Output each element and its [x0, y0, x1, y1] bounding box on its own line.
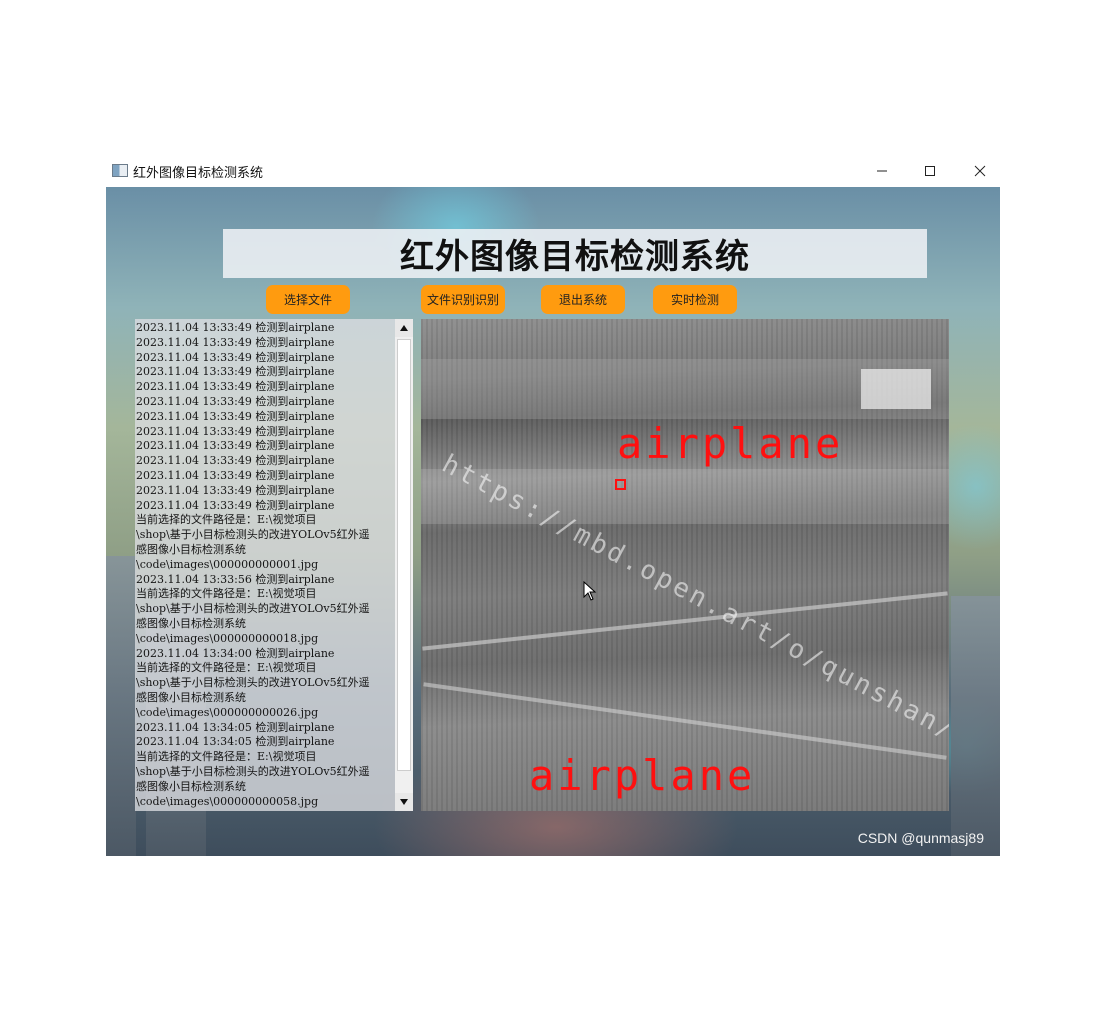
log-line: 2023.11.04 13:33:49 检测到airplane	[136, 350, 335, 364]
log-line: 感图像小目标检测系统	[136, 690, 246, 704]
app-window: 红外图像目标检测系统 红外图像目标检测系统 选择文件 文件识别识别 退出系统 实…	[106, 155, 1000, 856]
log-line: 2023.11.04 13:33:49 检测到airplane	[136, 424, 335, 438]
close-icon	[974, 165, 986, 177]
credit-text: CSDN @qunmasj89	[857, 830, 984, 846]
building-patch	[861, 369, 931, 409]
log-panel[interactable]: 2023.11.04 13:33:49 检测到airplane 2023.11.0…	[135, 319, 413, 811]
mouse-cursor-icon	[583, 581, 597, 601]
log-line: 2023.11.04 13:33:49 检测到airplane	[136, 498, 335, 512]
log-line: 感图像小目标检测系统	[136, 542, 246, 556]
arrow-up-icon	[400, 325, 408, 331]
detection-image: https://mbd.open.art/o/qunshan/work airp…	[421, 319, 949, 811]
app-icon	[112, 164, 128, 177]
log-line: 当前选择的文件路径是：E:\视觉项目	[136, 661, 317, 675]
maximize-icon	[925, 166, 935, 176]
page-title: 红外图像目标检测系统	[400, 237, 750, 277]
log-line: 2023.11.04 13:33:56 检测到airplane	[136, 572, 335, 586]
scroll-thumb[interactable]	[397, 339, 411, 771]
scroll-up-button[interactable]	[395, 319, 413, 337]
log-line: 2023.11.04 13:33:49 检测到airplane	[136, 394, 335, 408]
select-file-button[interactable]: 选择文件	[266, 285, 350, 314]
log-line: 2023.11.04 13:33:49 检测到airplane	[136, 321, 335, 334]
log-line: 2023.11.04 13:33:49 检测到airplane	[136, 439, 335, 453]
log-line: 2023.11.04 13:33:49 检测到airplane	[136, 335, 335, 349]
log-line: 2023.11.04 13:34:05 检测到airplane	[136, 720, 335, 734]
log-line: \shop\基于小目标检测头的改进YOLOv5红外遥	[136, 602, 370, 616]
log-line: 2023.11.04 13:33:49 检测到airplane	[136, 409, 335, 423]
log-line: 2023.11.04 13:33:49 检测到airplane	[136, 483, 335, 497]
minimize-icon	[877, 170, 887, 172]
detection-box	[615, 479, 626, 490]
window-title: 红外图像目标检测系统	[133, 166, 264, 181]
log-line: \code\images\000000000018.jpg	[136, 631, 319, 645]
log-line: \shop\基于小目标检测头的改进YOLOv5红外遥	[136, 676, 370, 690]
file-recognize-button[interactable]: 文件识别识别	[421, 285, 505, 314]
log-scrollbar[interactable]	[395, 319, 413, 811]
log-line: 2023.11.04 13:33:49 检测到airplane	[136, 365, 335, 379]
maximize-button[interactable]	[907, 155, 953, 187]
background-building	[951, 596, 1000, 856]
log-line: \code\images\000000000026.jpg	[136, 705, 319, 719]
close-button[interactable]	[957, 155, 1003, 187]
header-banner: 红外图像目标检测系统	[223, 229, 927, 278]
log-line: 当前选择的文件路径是：E:\视觉项目	[136, 513, 317, 527]
log-line: 感图像小目标检测系统	[136, 779, 246, 793]
log-line: 2023.11.04 13:33:49 检测到airplane	[136, 454, 335, 468]
minimize-button[interactable]	[859, 155, 905, 187]
background-building	[106, 556, 136, 856]
log-line: 2023.11.04 13:34:05 检测到airplane	[136, 735, 335, 749]
exit-system-button[interactable]: 退出系统	[541, 285, 625, 314]
log-line: 2023.11.04 13:34:00 检测到airplane	[136, 646, 335, 660]
scroll-down-button[interactable]	[395, 793, 413, 811]
log-line: \shop\基于小目标检测头的改进YOLOv5红外遥	[136, 528, 370, 542]
detection-label: airplane	[617, 419, 844, 468]
client-area: 红外图像目标检测系统 选择文件 文件识别识别 退出系统 实时检测 2023.11…	[106, 187, 1000, 856]
log-line: \shop\基于小目标检测头的改进YOLOv5红外遥	[136, 764, 370, 778]
arrow-down-icon	[400, 799, 408, 805]
log-line: 感图像小目标检测系统	[136, 616, 246, 630]
detection-label: airplane	[529, 751, 756, 800]
realtime-detect-button[interactable]: 实时检测	[653, 285, 737, 314]
log-line: 2023.11.04 13:33:49 检测到airplane	[136, 380, 335, 394]
log-line: 2023.11.04 13:33:49 检测到airplane	[136, 468, 335, 482]
log-text: 2023.11.04 13:33:49 检测到airplane 2023.11.0…	[136, 321, 394, 809]
title-bar[interactable]: 红外图像目标检测系统	[106, 155, 1000, 187]
log-line: 当前选择的文件路径是：E:\视觉项目	[136, 750, 317, 764]
log-line: \code\images\000000000001.jpg	[136, 557, 319, 571]
log-line: \code\images\000000000058.jpg	[136, 794, 319, 808]
log-line: 当前选择的文件路径是：E:\视觉项目	[136, 587, 317, 601]
